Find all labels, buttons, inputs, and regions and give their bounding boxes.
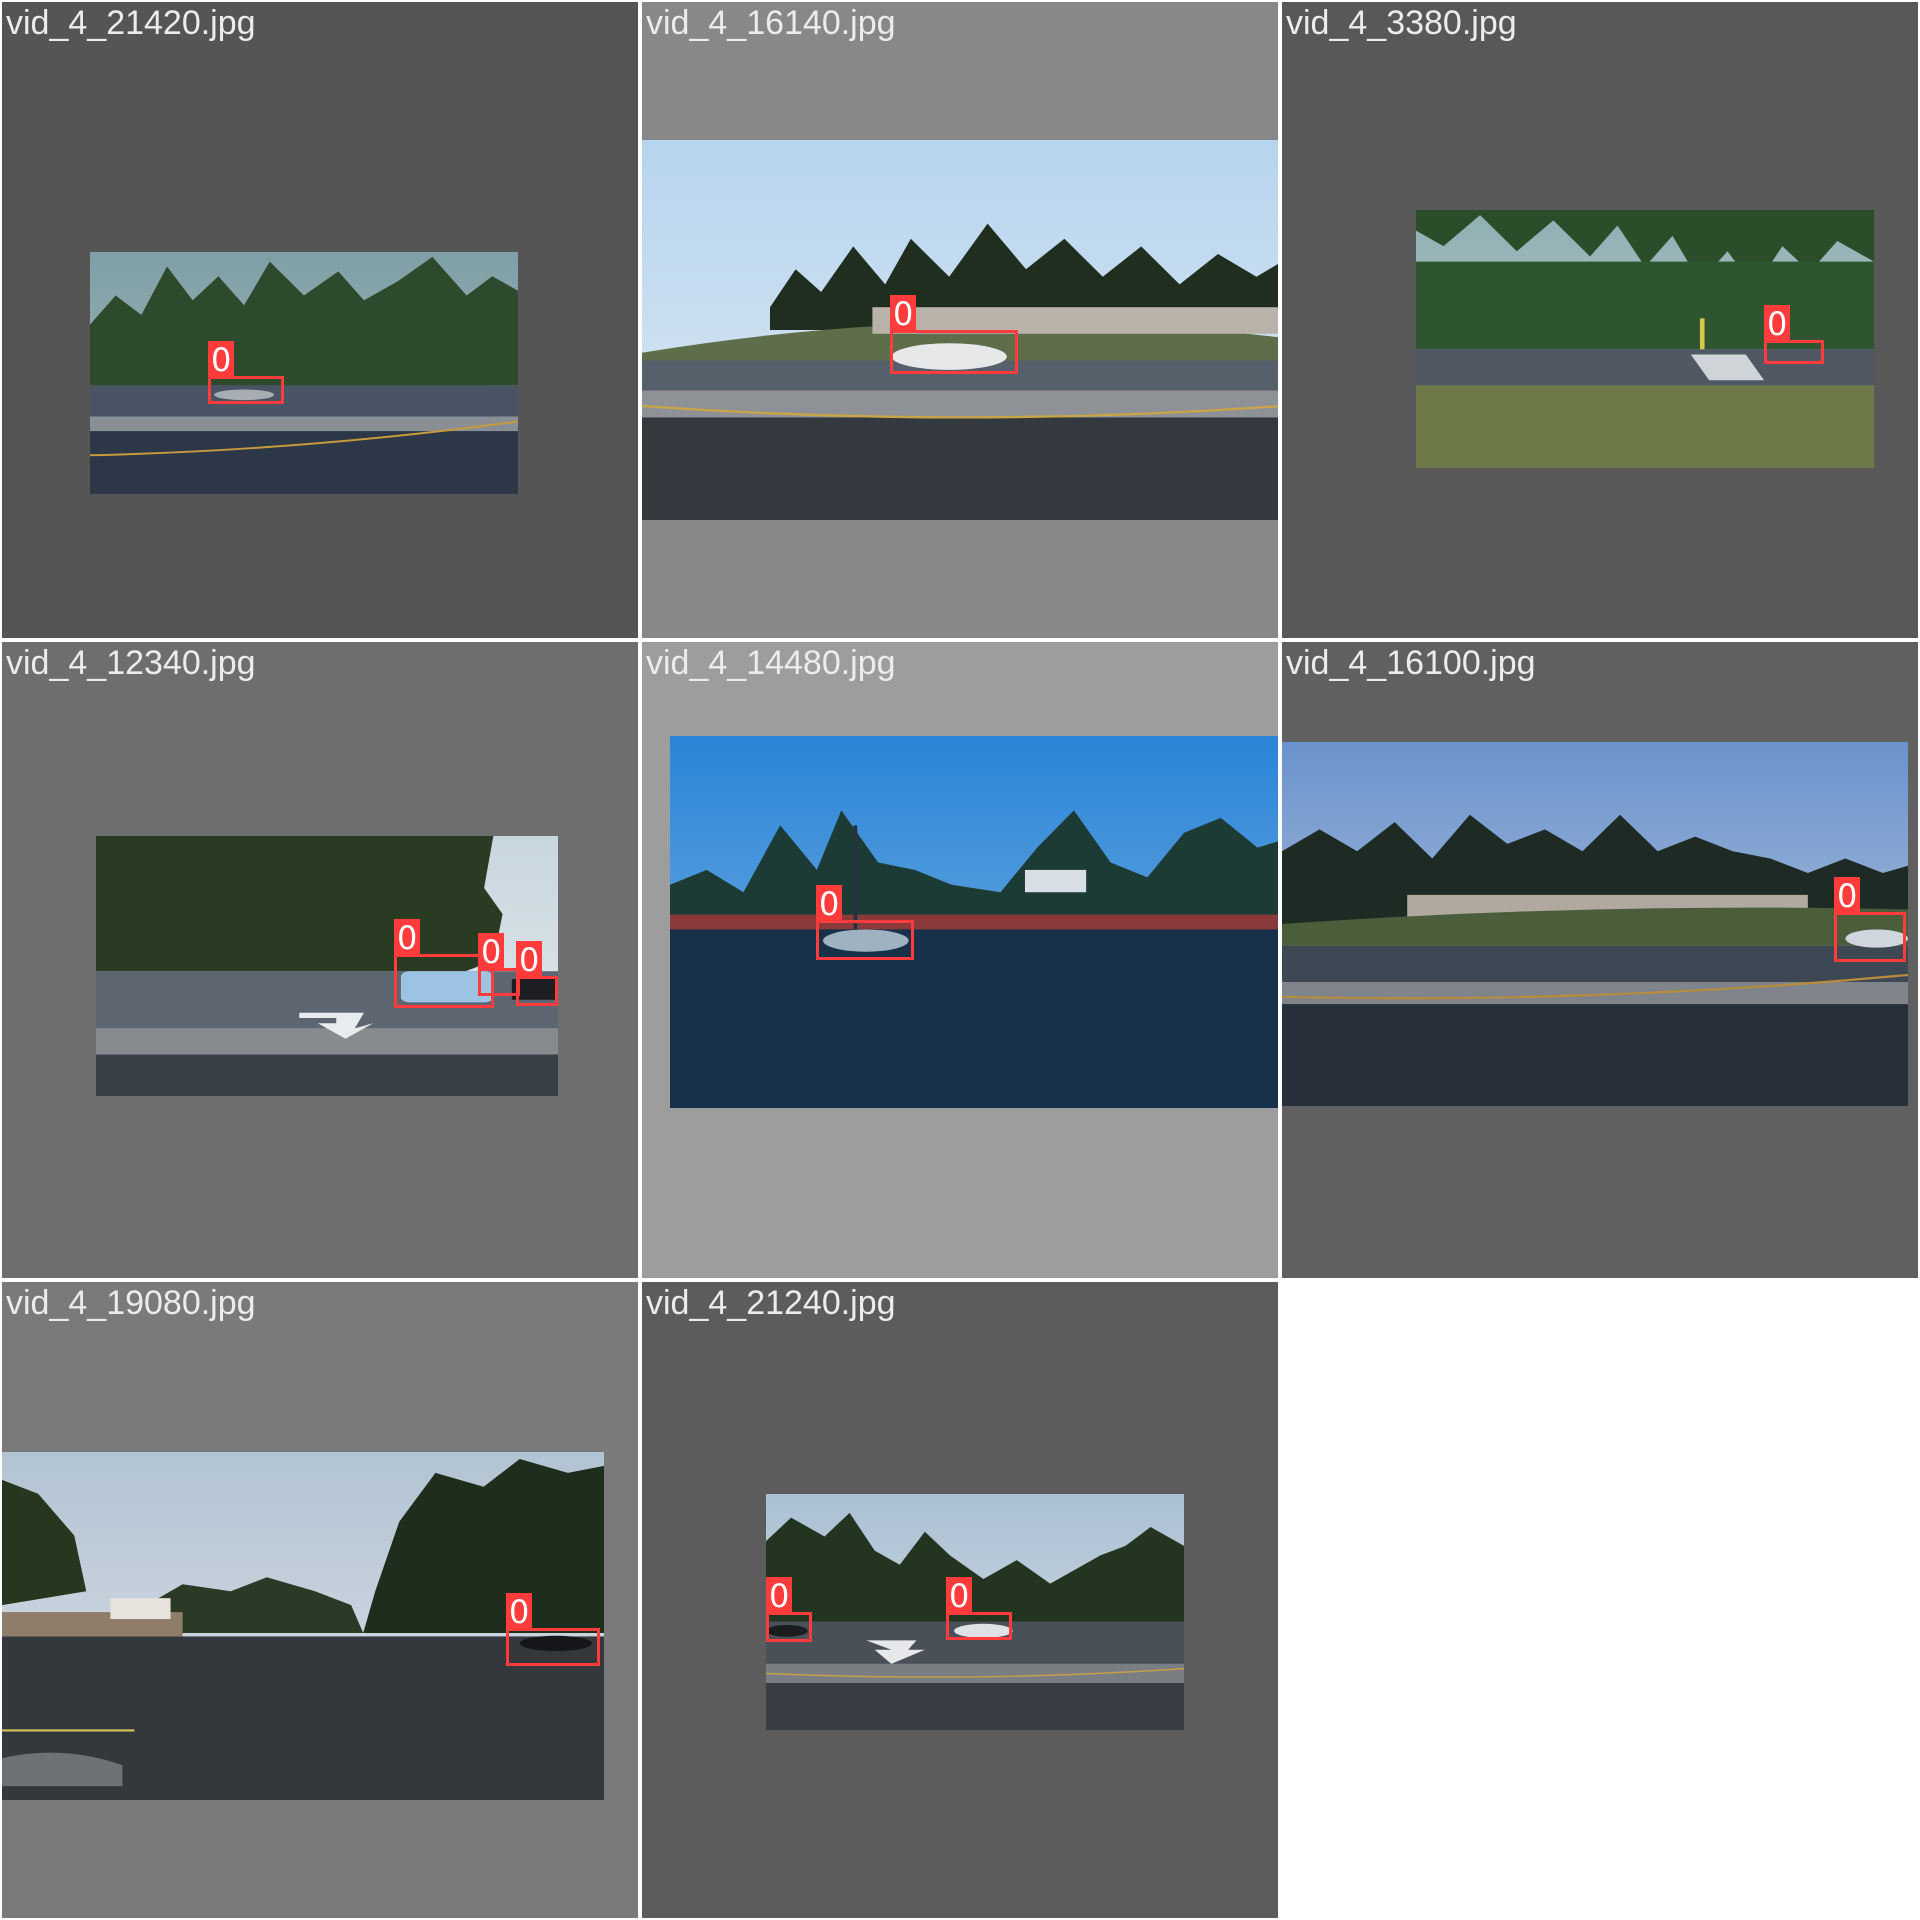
detection-box: 0 (890, 295, 1018, 374)
class-label: 0 (478, 933, 505, 971)
class-label: 0 (394, 919, 421, 957)
detection-box: 0 (946, 1577, 1012, 1640)
detection-box: 0 (816, 885, 914, 960)
tile-filename: vid_4_16140.jpg (646, 4, 896, 42)
detection-box: 0 (1764, 305, 1824, 364)
detection-box: 0 (766, 1577, 812, 1642)
empty-cell (1280, 1280, 1920, 1920)
mosaic-tile: vid_4_19080.jpg 0 (0, 1280, 640, 1920)
detection-box: 0 (208, 341, 284, 404)
mosaic-tile: vid_4_16100.jpg 0 (1280, 640, 1920, 1280)
detection-box: 0 (478, 933, 520, 996)
road-photo (1416, 210, 1874, 468)
tile-filename: vid_4_3380.jpg (1286, 4, 1517, 42)
mosaic-tile: vid_4_3380.jpg 0 (1280, 0, 1920, 640)
tile-filename: vid_4_12340.jpg (6, 644, 256, 682)
class-label: 0 (890, 295, 917, 333)
tile-filename: vid_4_21240.jpg (646, 1284, 896, 1322)
road-photo (90, 252, 518, 494)
mosaic-tile: vid_4_21420.jpg 0 (0, 0, 640, 640)
class-label: 0 (208, 341, 235, 379)
tile-filename: vid_4_21420.jpg (6, 4, 256, 42)
class-label: 0 (766, 1577, 793, 1615)
class-label: 0 (1834, 877, 1861, 915)
road-photo (670, 736, 1278, 1108)
tile-filename: vid_4_19080.jpg (6, 1284, 256, 1322)
class-label: 0 (516, 941, 543, 979)
image-mosaic: vid_4_21420.jpg 0 vid_4_16140.jpg 0 vid_… (0, 0, 1920, 1920)
tile-filename: vid_4_16100.jpg (1286, 644, 1536, 682)
class-label: 0 (506, 1593, 533, 1631)
class-label: 0 (816, 885, 843, 923)
class-label: 0 (1764, 305, 1791, 343)
mosaic-tile: vid_4_21240.jpg 0 0 (640, 1280, 1280, 1920)
mosaic-tile: vid_4_12340.jpg 0 0 0 (0, 640, 640, 1280)
detection-box: 0 (1834, 877, 1906, 962)
mosaic-tile: vid_4_16140.jpg 0 (640, 0, 1280, 640)
mosaic-tile: vid_4_14480.jpg 0 (640, 640, 1280, 1280)
tile-filename: vid_4_14480.jpg (646, 644, 896, 682)
class-label: 0 (946, 1577, 973, 1615)
detection-box: 0 (516, 941, 558, 1006)
road-photo (1282, 742, 1908, 1106)
detection-box: 0 (506, 1593, 600, 1666)
